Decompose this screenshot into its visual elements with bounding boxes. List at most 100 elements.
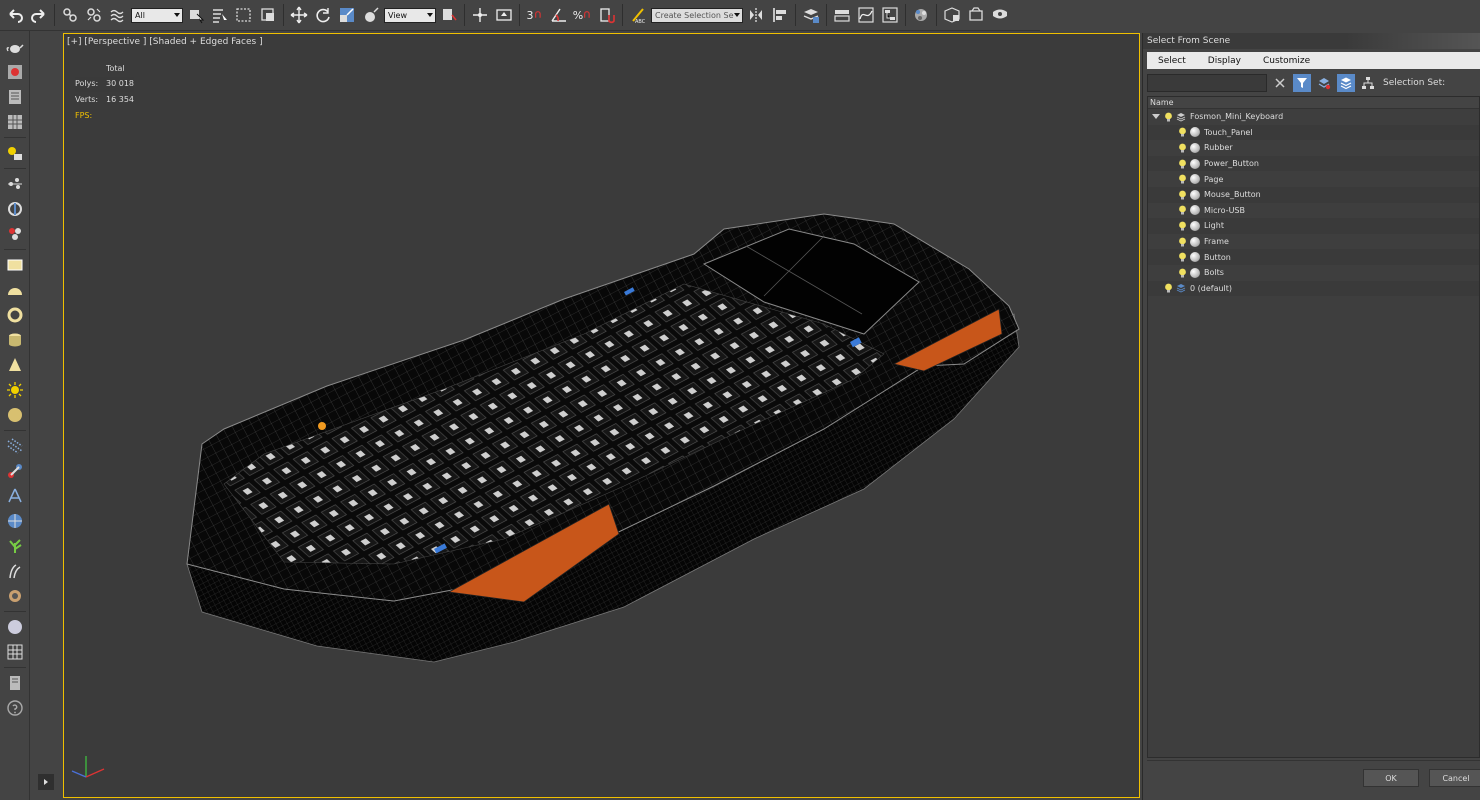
lightbulb-icon[interactable] bbox=[1178, 268, 1187, 278]
expand-panel-arrow[interactable] bbox=[38, 774, 54, 790]
render-production-icon[interactable] bbox=[989, 4, 1011, 26]
list-item[interactable]: Rubber bbox=[1148, 140, 1479, 156]
torus-icon[interactable] bbox=[5, 305, 25, 325]
menu-select[interactable]: Select bbox=[1147, 56, 1197, 66]
lightbulb-icon[interactable] bbox=[1164, 283, 1173, 293]
redo-icon[interactable] bbox=[28, 4, 50, 26]
unlink-icon[interactable] bbox=[83, 4, 105, 26]
bind-spacewarp-icon[interactable] bbox=[107, 4, 129, 26]
column-header-name[interactable]: Name bbox=[1148, 97, 1479, 109]
menu-display[interactable]: Display bbox=[1197, 56, 1252, 66]
layer-manager-icon[interactable] bbox=[800, 4, 822, 26]
particle-icon[interactable] bbox=[5, 174, 25, 194]
hierarchy-icon[interactable] bbox=[1359, 74, 1377, 92]
reference-coordinate-select[interactable]: View bbox=[384, 7, 436, 23]
globe-icon[interactable] bbox=[5, 511, 25, 531]
list-item-default-layer[interactable]: 0 (default) bbox=[1148, 280, 1479, 297]
help-icon[interactable] bbox=[5, 698, 25, 718]
rendered-frame-window-icon[interactable] bbox=[965, 4, 987, 26]
list-item[interactable]: Power_Button bbox=[1148, 155, 1479, 172]
effects-icon[interactable] bbox=[5, 224, 25, 244]
geosphere-icon[interactable] bbox=[5, 617, 25, 637]
select-by-name-icon[interactable] bbox=[209, 4, 231, 26]
mirror-icon[interactable] bbox=[745, 4, 767, 26]
list-item[interactable]: Light bbox=[1148, 218, 1479, 234]
bone-icon[interactable] bbox=[5, 461, 25, 481]
named-selection-set-select[interactable]: Create Selection Se bbox=[651, 7, 743, 23]
collapse-triangle-icon[interactable] bbox=[1152, 114, 1160, 120]
light-manager-icon[interactable] bbox=[5, 143, 25, 163]
schematic-view-icon[interactable] bbox=[879, 4, 901, 26]
lightbulb-icon[interactable] bbox=[1178, 252, 1187, 262]
array-grid-icon[interactable] bbox=[5, 642, 25, 662]
lightbulb-icon[interactable] bbox=[1178, 205, 1187, 215]
ok-button[interactable]: OK bbox=[1363, 769, 1419, 787]
hemisphere-icon[interactable] bbox=[5, 280, 25, 300]
list-item[interactable]: Micro-USB bbox=[1148, 203, 1479, 219]
link-icon[interactable] bbox=[59, 4, 81, 26]
display-children-icon[interactable] bbox=[1315, 74, 1333, 92]
cylinder-icon[interactable] bbox=[5, 330, 25, 350]
keyboard-shortcut-override-icon[interactable] bbox=[493, 4, 515, 26]
select-object-icon[interactable] bbox=[185, 4, 207, 26]
curve-editor-icon[interactable] bbox=[855, 4, 877, 26]
perspective-viewport[interactable]: [+] [Perspective ] [Shaded + Edged Faces… bbox=[63, 33, 1140, 798]
dots-grid-icon[interactable] bbox=[5, 436, 25, 456]
render-frame-icon[interactable] bbox=[5, 62, 25, 82]
scene-search-input[interactable] bbox=[1147, 74, 1267, 92]
object-paint-icon[interactable] bbox=[5, 586, 25, 606]
edit-named-selection-icon[interactable]: ABC bbox=[627, 4, 649, 26]
lightbulb-icon[interactable] bbox=[1178, 237, 1187, 247]
select-manipulate-icon[interactable] bbox=[469, 4, 491, 26]
place-icon[interactable] bbox=[360, 4, 382, 26]
lightbulb-icon[interactable] bbox=[1164, 112, 1173, 122]
scale-icon[interactable] bbox=[336, 4, 358, 26]
foliage-icon[interactable] bbox=[5, 536, 25, 556]
list-item[interactable]: Page bbox=[1148, 171, 1479, 187]
filter-icon[interactable] bbox=[1293, 74, 1311, 92]
lightbulb-icon[interactable] bbox=[1178, 190, 1187, 200]
clear-search-icon[interactable] bbox=[1271, 74, 1289, 92]
lightbulb-icon[interactable] bbox=[1178, 127, 1187, 137]
percent-snap-icon[interactable]: % bbox=[572, 4, 594, 26]
lightbulb-icon[interactable] bbox=[1178, 221, 1187, 231]
sun-light-icon[interactable] bbox=[5, 380, 25, 400]
layers-icon[interactable] bbox=[5, 673, 25, 693]
teapot-create-icon[interactable] bbox=[5, 37, 25, 57]
cancel-button[interactable]: Cancel bbox=[1429, 769, 1480, 787]
toggle-ribbon-icon[interactable] bbox=[831, 4, 853, 26]
biped-icon[interactable] bbox=[5, 486, 25, 506]
menu-customize[interactable]: Customize bbox=[1252, 56, 1321, 66]
pivot-center-icon[interactable] bbox=[438, 4, 460, 26]
hair-fur-icon[interactable] bbox=[5, 561, 25, 581]
material-editor-icon[interactable] bbox=[910, 4, 932, 26]
snap-toggle-icon[interactable]: 3 bbox=[524, 4, 546, 26]
selection-filter-select[interactable]: All bbox=[131, 7, 183, 23]
list-item[interactable]: Mouse_Button bbox=[1148, 186, 1479, 203]
list-item[interactable]: Button bbox=[1148, 249, 1479, 265]
sphere-icon[interactable] bbox=[5, 405, 25, 425]
rotate-icon[interactable] bbox=[312, 4, 334, 26]
list-item[interactable]: Frame bbox=[1148, 234, 1479, 250]
lightbulb-icon[interactable] bbox=[1178, 143, 1187, 153]
list-item[interactable]: Touch_Panel bbox=[1148, 124, 1479, 141]
rect-selection-region-icon[interactable] bbox=[233, 4, 255, 26]
list-item[interactable]: Bolts bbox=[1148, 265, 1479, 281]
sort-by-layer-icon[interactable] bbox=[1337, 74, 1355, 92]
window-crossing-icon[interactable] bbox=[257, 4, 279, 26]
viewport-label[interactable]: [+] [Perspective ] [Shaded + Edged Faces… bbox=[67, 37, 263, 47]
list-item-root[interactable]: Fosmon_Mini_Keyboard bbox=[1148, 109, 1479, 125]
lightbulb-icon[interactable] bbox=[1178, 174, 1187, 184]
angle-snap-icon[interactable] bbox=[548, 4, 570, 26]
align-icon[interactable] bbox=[769, 4, 791, 26]
document-list-icon[interactable] bbox=[5, 87, 25, 107]
grid-panel-icon[interactable] bbox=[5, 112, 25, 132]
undo-icon[interactable] bbox=[4, 4, 26, 26]
spinner-snap-icon[interactable] bbox=[596, 4, 618, 26]
render-setup-icon[interactable] bbox=[941, 4, 963, 26]
plane-icon[interactable] bbox=[5, 255, 25, 275]
lightbulb-icon[interactable] bbox=[1178, 159, 1187, 169]
helper-icon[interactable] bbox=[5, 199, 25, 219]
move-icon[interactable] bbox=[288, 4, 310, 26]
cone-icon[interactable] bbox=[5, 355, 25, 375]
